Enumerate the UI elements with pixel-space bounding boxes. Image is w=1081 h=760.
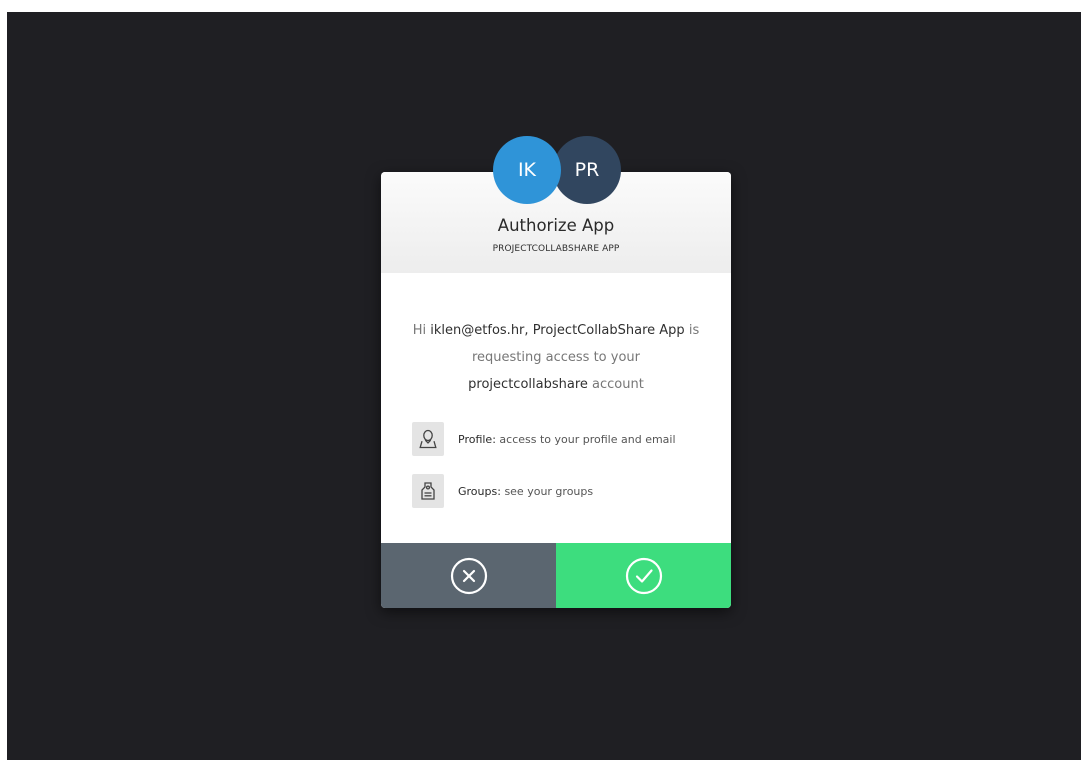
- circle-check-icon: [625, 557, 662, 594]
- account-suffix: account: [592, 377, 644, 392]
- permission-groups-label: Groups:: [458, 484, 501, 498]
- permission-groups: Groups: see your groups: [412, 474, 593, 508]
- deny-button[interactable]: [381, 543, 556, 608]
- greeting-text: Hi: [412, 323, 427, 338]
- permission-groups-text: Groups: see your groups: [458, 485, 593, 498]
- user-avatar-initials: IK: [517, 159, 537, 181]
- permission-profile-text: Profile: access to your profile and emai…: [458, 433, 676, 446]
- authorize-dialog: IK PR Authorize App PROJECTCOLLABSHARE A…: [381, 136, 731, 608]
- permission-groups-description: see your groups: [504, 484, 594, 498]
- user-email: iklen@etfos.hr,: [430, 323, 529, 338]
- dialog-title: Authorize App: [497, 216, 615, 235]
- account-name: projectcollabshare: [468, 377, 588, 392]
- app-avatar: PR: [553, 136, 621, 204]
- app-name: ProjectCollabShare App: [532, 323, 685, 338]
- permission-profile: Profile: access to your profile and emai…: [412, 422, 676, 456]
- user-icon: [412, 422, 444, 456]
- dialog-header: IK PR Authorize App PROJECTCOLLABSHARE A…: [381, 136, 731, 273]
- permission-profile-label: Profile:: [458, 432, 496, 446]
- user-avatar: IK: [493, 136, 561, 204]
- dialog-subtitle: PROJECTCOLLABSHARE APP: [492, 244, 620, 254]
- circle-x-icon: [450, 557, 487, 594]
- tag-icon: [412, 474, 444, 508]
- allow-button[interactable]: [556, 543, 731, 608]
- request-message: Hi iklen@etfos.hr, ProjectCollabShare Ap…: [411, 317, 701, 398]
- app-avatar-initials: PR: [574, 159, 600, 181]
- permission-profile-description: access to your profile and email: [499, 432, 676, 446]
